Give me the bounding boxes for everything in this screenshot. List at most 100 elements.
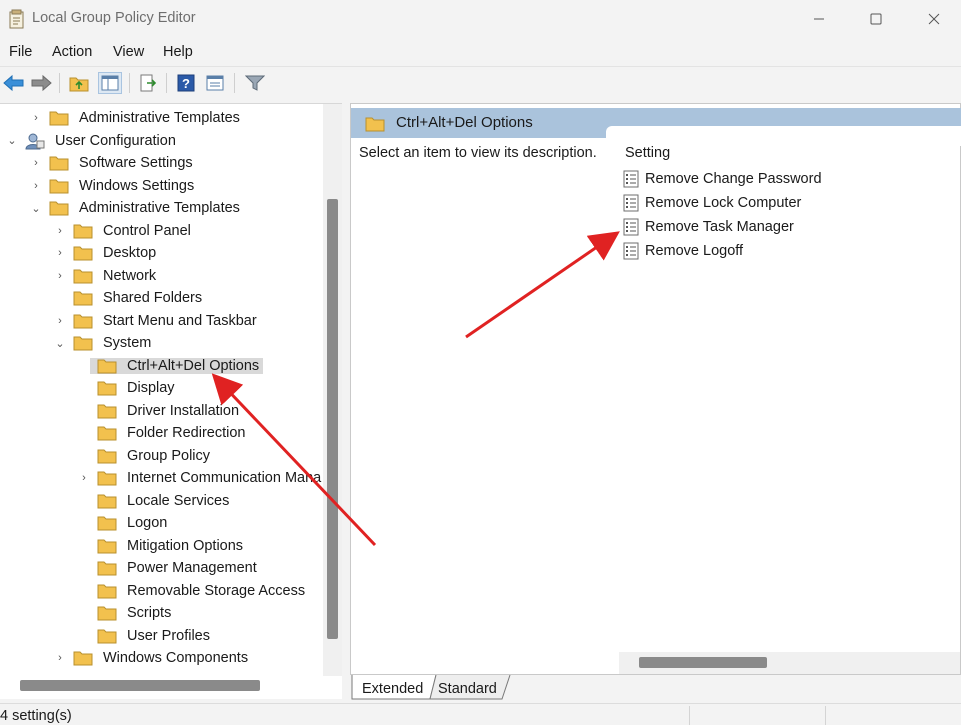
tree-item[interactable]: Ctrl+Alt+Del Options [78,355,264,377]
tree-item-label: Folder Redirection [127,425,246,441]
setting-label: Remove Task Manager [645,219,794,235]
back-button[interactable] [2,72,26,94]
minimize-button[interactable] [790,0,848,38]
folder-icon [73,246,93,261]
tree-item[interactable]: › Control Panel [54,220,195,242]
chevron-right-icon[interactable]: › [30,112,42,124]
tree-item-label: System [103,335,152,351]
chevron-right-icon[interactable]: › [30,157,42,169]
chevron-right-icon[interactable]: › [78,472,90,484]
tree-horizontal-scrollbar[interactable] [20,680,260,691]
setting-column-header[interactable]: Setting [625,145,670,161]
properties-button[interactable] [203,72,227,94]
tree-item[interactable]: Locale Services [78,490,233,512]
menu-view[interactable]: View [113,44,144,60]
forward-button[interactable] [29,72,53,94]
policy-setting-icon [623,242,639,260]
folder-icon [73,224,93,238]
tree-item-label: Administrative Templates [79,110,240,126]
folder-icon [97,404,117,418]
tree-item-label: Scripts [127,605,172,621]
tree-item[interactable]: Display [78,377,179,399]
chevron-right-icon[interactable]: › [54,225,66,237]
properties-icon [206,75,224,91]
up-one-level-button[interactable] [67,72,91,94]
close-icon [928,13,940,25]
title-bar: Local Group Policy Editor [0,0,961,38]
details-horizontal-scrollbar[interactable] [639,657,767,668]
tree-item-label: Locale Services [127,492,230,509]
tree-item[interactable]: › Windows Settings [30,175,198,197]
tree-item[interactable]: Group Policy [78,445,214,467]
show-hide-tree-button[interactable] [98,72,122,94]
setting-row-remove-logoff[interactable]: Remove Logoff [623,240,743,262]
tree-item[interactable]: › Start Menu and Taskbar [54,310,261,332]
policy-setting-icon [623,218,639,236]
setting-label: Remove Lock Computer [645,195,802,211]
tree-item-label: Display [127,380,175,396]
menu-file[interactable]: File [9,44,32,60]
tree-item[interactable]: › Desktop [54,242,160,264]
tree-item[interactable]: Removable Storage Access [78,580,309,602]
close-button[interactable] [905,0,961,38]
chevron-down-icon[interactable]: ⌄ [30,202,42,215]
chevron-right-icon[interactable]: › [30,180,42,192]
tree-item[interactable]: Scripts [78,602,175,624]
tree-pane[interactable]: › Administrative Templates ⌄ User Configura… [0,103,342,699]
up-folder-icon [69,77,89,92]
folder-icon [97,584,117,598]
folder-icon [97,539,117,553]
setting-label: Remove Change Password [645,171,822,187]
filter-button[interactable] [243,72,267,94]
chevron-right-icon[interactable]: › [54,652,66,664]
chevron-right-icon[interactable]: › [54,270,66,282]
details-header-title: Ctrl+Alt+Del Options [396,114,533,131]
policy-setting-icon [623,194,639,212]
folder-icon [73,291,93,306]
chevron-right-icon[interactable]: › [54,315,66,327]
tree-item[interactable]: Shared Folders [54,287,206,309]
chevron-down-icon[interactable]: ⌄ [54,337,66,350]
show-hide-tree-icon [101,75,119,91]
chevron-right-icon[interactable]: › [54,247,66,259]
tree-item-label: Network [103,267,157,284]
tree-item[interactable]: Folder Redirection [78,422,249,444]
tab-standard[interactable]: Standard [438,677,497,701]
menu-help[interactable]: Help [163,44,193,60]
setting-row-remove-lock-computer[interactable]: Remove Lock Computer [623,192,801,214]
tree-vertical-scrollbar[interactable] [327,199,338,639]
tree-item[interactable]: Logon [78,512,171,534]
tree-item[interactable]: ⌄ User Configuration [6,130,180,152]
help-button[interactable]: ? [174,72,198,94]
tree-item-label: Start Menu and Taskbar [103,312,257,329]
folder-icon [73,269,93,283]
tree-item-label: Logon [127,515,168,531]
folder-icon [97,449,117,463]
tree-item-label: Software Settings [79,155,193,171]
tree-item[interactable]: Driver Installation [78,400,243,422]
tree-item[interactable]: › Administrative Templates [30,107,244,129]
tree-item[interactable]: Mitigation Options [78,535,247,557]
export-list-button[interactable] [136,72,160,94]
tree-item[interactable]: › Network [54,265,160,287]
tree-item-label: Windows Components [103,650,249,666]
menu-action[interactable]: Action [52,44,92,60]
tree-item-label: Control Panel [103,222,191,239]
tree-item[interactable]: ⌄ Administrative Templates [30,197,244,219]
status-bar: 4 setting(s) [0,703,961,725]
setting-row-remove-change-password[interactable]: Remove Change Password [623,168,822,190]
setting-row-remove-task-manager[interactable]: Remove Task Manager [623,216,794,238]
maximize-button[interactable] [847,0,905,38]
chevron-down-icon[interactable]: ⌄ [6,134,18,147]
tree-item[interactable]: ⌄ System [54,332,155,354]
tab-extended[interactable]: Extended [362,677,423,701]
tree-item-label: User Configuration [55,132,176,149]
tree-item[interactable]: › Internet Communication Mana [78,467,325,489]
tree-item[interactable]: User Profiles [78,625,214,647]
tree-item[interactable]: › Windows Components [54,647,252,669]
tree-item[interactable]: › Software Settings [30,152,197,174]
tree-item[interactable]: Power Management [78,557,261,579]
back-arrow-icon [3,74,24,92]
minimize-icon [814,18,824,20]
help-icon: ? [177,74,195,92]
